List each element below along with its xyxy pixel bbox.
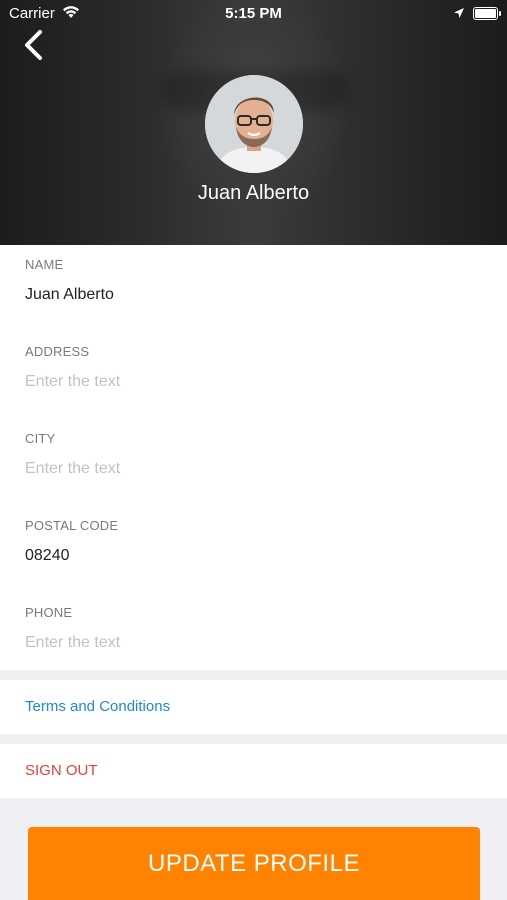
- city-field: CITY: [25, 419, 485, 499]
- battery-icon: [473, 7, 501, 20]
- name-input[interactable]: [25, 283, 465, 307]
- location-arrow-icon: [453, 6, 465, 23]
- address-input[interactable]: [25, 370, 465, 394]
- terms-and-conditions-link[interactable]: Terms and Conditions: [0, 680, 507, 734]
- back-button[interactable]: [18, 28, 52, 64]
- profile-name: Juan Alberto: [197, 182, 310, 204]
- postal-code-label: POSTAL CODE: [25, 518, 119, 533]
- profile-header: Carrier 5:15 PM Juan Alberto: [0, 0, 507, 245]
- status-bar: Carrier 5:15 PM: [0, 0, 507, 28]
- avatar[interactable]: [205, 75, 303, 173]
- address-label: ADDRESS: [25, 344, 90, 359]
- phone-input[interactable]: [25, 631, 465, 655]
- update-profile-button[interactable]: UPDATE PROFILE: [28, 827, 480, 900]
- sign-out-label: SIGN OUT: [25, 762, 98, 779]
- phone-field: PHONE: [25, 593, 485, 673]
- city-input[interactable]: [25, 457, 465, 481]
- postal-code-input[interactable]: [25, 544, 465, 568]
- battery-level: [475, 9, 496, 18]
- avatar-portrait: [205, 75, 303, 173]
- profile-form: NAME ADDRESS CITY POSTAL CODE PHONE: [0, 245, 507, 670]
- name-label: NAME: [25, 257, 64, 272]
- phone-label: PHONE: [25, 605, 73, 620]
- city-label: CITY: [25, 431, 56, 446]
- chevron-left-icon: [25, 30, 42, 60]
- sign-out-button[interactable]: SIGN OUT: [0, 744, 507, 798]
- terms-label: Terms and Conditions: [25, 698, 171, 715]
- name-field: NAME: [25, 245, 485, 325]
- address-field: ADDRESS: [25, 332, 485, 412]
- status-time: 5:15 PM: [225, 5, 282, 22]
- postal-code-field: POSTAL CODE: [25, 506, 485, 586]
